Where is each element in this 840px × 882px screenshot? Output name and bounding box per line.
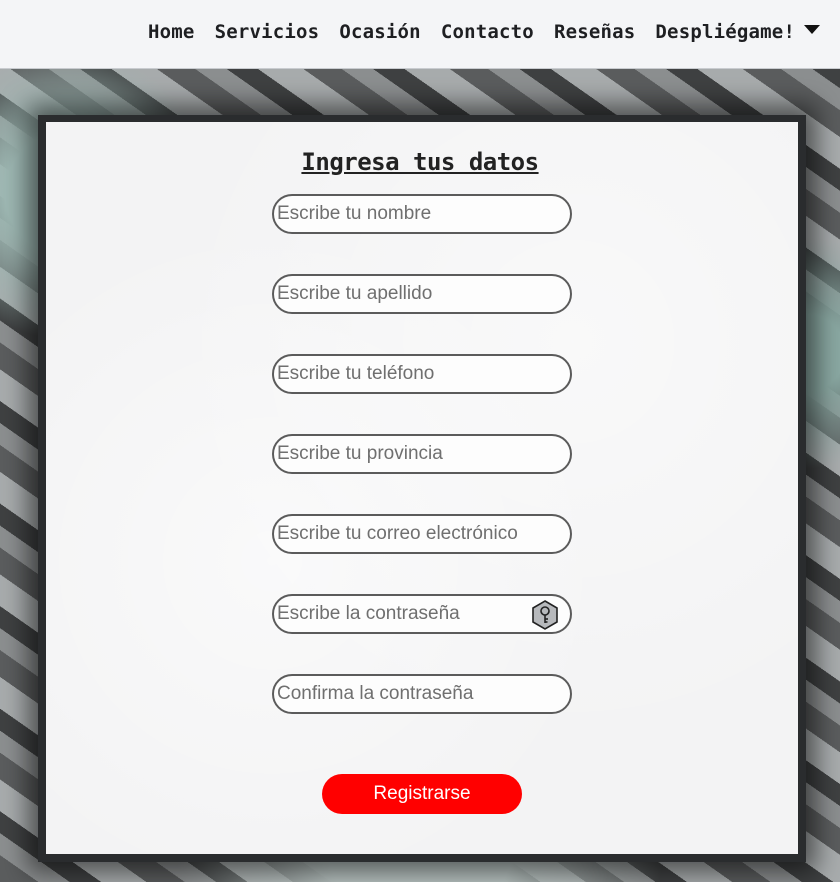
first-name-input[interactable] — [272, 194, 572, 234]
form-title: Ingresa tus datos — [301, 148, 539, 176]
confirm-password-input[interactable] — [272, 674, 572, 714]
nav-servicios[interactable]: Servicios — [215, 21, 320, 43]
nav-contacto[interactable]: Contacto — [441, 21, 534, 43]
nav-home[interactable]: Home — [148, 21, 195, 43]
top-navbar: Home Servicios Ocasión Contacto Reseñas … — [0, 0, 840, 69]
main-nav: Home Servicios Ocasión Contacto Reseñas … — [148, 18, 821, 46]
province-input[interactable] — [272, 434, 572, 474]
nav-despliegame-dropdown[interactable]: Despliégame! — [655, 21, 795, 43]
nav-ocasion[interactable]: Ocasión — [339, 21, 420, 43]
last-name-input[interactable] — [272, 274, 572, 314]
password-input[interactable] — [272, 594, 572, 634]
key-icon[interactable] — [530, 600, 560, 630]
register-button[interactable]: Registrarse — [322, 774, 522, 814]
phone-input[interactable] — [272, 354, 572, 394]
caret-down-icon[interactable] — [804, 24, 821, 34]
nav-resenas[interactable]: Reseñas — [554, 21, 635, 43]
email-input[interactable] — [272, 514, 572, 554]
